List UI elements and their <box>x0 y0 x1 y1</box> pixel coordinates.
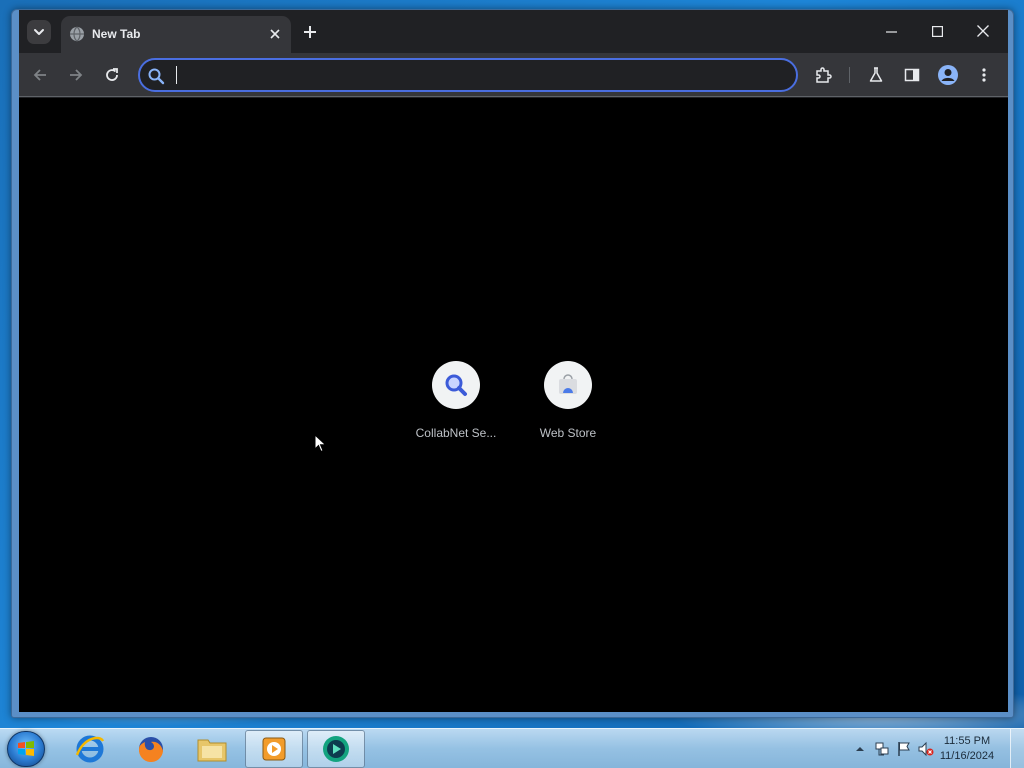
windows-logo-icon <box>18 741 34 756</box>
tab-close-button[interactable] <box>267 26 283 42</box>
shortcut-label: Web Store <box>539 426 597 440</box>
search-icon <box>148 68 165 85</box>
address-input[interactable] <box>176 66 776 86</box>
text-caret <box>176 66 177 84</box>
web-store-icon <box>559 374 577 394</box>
minimize-icon <box>885 30 897 33</box>
address-bar[interactable] <box>138 58 798 92</box>
new-tab-button[interactable] <box>299 21 321 43</box>
reload-button[interactable] <box>100 63 124 87</box>
plus-icon <box>304 26 316 38</box>
shortcut-icon-circle <box>544 361 592 409</box>
puzzle-icon <box>816 67 832 83</box>
taskbar-windows-explorer[interactable] <box>183 730 241 768</box>
more-vertical-icon <box>982 68 986 82</box>
taskbar-clock[interactable]: 11:55 PM 11/16/2024 <box>932 734 1002 764</box>
mouse-cursor-icon <box>314 434 327 453</box>
network-icon[interactable] <box>874 741 890 757</box>
internet-explorer-icon <box>75 735 105 763</box>
show-hidden-icons-icon[interactable] <box>852 741 868 757</box>
browser-window: New Tab CollabNet Se... Web Store <box>11 9 1014 718</box>
new-tab-page: CollabNet Se... Web Store <box>19 98 1008 712</box>
flask-icon <box>869 67 883 82</box>
close-window-button[interactable] <box>968 20 998 42</box>
taskbar-media-player[interactable] <box>245 730 303 768</box>
shortcut-icon-circle <box>432 361 480 409</box>
tab-search-button[interactable] <box>27 20 51 44</box>
taskbar-internet-explorer[interactable] <box>61 730 119 768</box>
forward-button[interactable] <box>64 63 88 87</box>
folder-icon <box>197 739 227 762</box>
shortcut-label: CollabNet Se... <box>415 426 497 440</box>
chrome-app-icon <box>323 736 349 762</box>
shortcut-web-store[interactable]: Web Store <box>518 361 618 451</box>
taskbar-chrome-app[interactable] <box>307 730 365 768</box>
avatar-icon <box>938 65 958 85</box>
taskbar-firefox[interactable] <box>122 730 180 768</box>
arrow-right-icon <box>70 69 83 81</box>
tab-new-tab[interactable]: New Tab <box>61 16 291 53</box>
search-icon <box>445 374 467 396</box>
media-player-icon <box>262 737 286 761</box>
shortcut-collabnet[interactable]: CollabNet Se... <box>406 361 506 451</box>
minimize-button[interactable] <box>876 20 906 42</box>
show-desktop-button[interactable] <box>1010 729 1024 768</box>
browser-frame: New Tab CollabNet Se... Web Store <box>19 10 1008 712</box>
title-bar: New Tab <box>19 10 1008 53</box>
taskbar: 11:55 PM 11/16/2024 <box>0 728 1024 768</box>
close-icon <box>977 25 989 37</box>
menu-button[interactable] <box>972 63 996 87</box>
maximize-button[interactable] <box>922 20 952 42</box>
arrow-left-icon <box>33 69 46 81</box>
side-panel-icon <box>904 68 920 82</box>
clock-date: 11/16/2024 <box>939 750 995 762</box>
system-tray: 11:55 PM 11/16/2024 <box>834 729 1024 768</box>
labs-button[interactable] <box>864 63 888 87</box>
extensions-button[interactable] <box>811 63 835 87</box>
start-button[interactable] <box>7 731 45 767</box>
reload-icon <box>106 68 118 81</box>
globe-icon <box>70 26 84 42</box>
close-icon <box>270 29 280 39</box>
back-button[interactable] <box>28 63 52 87</box>
tab-title: New Tab <box>92 27 141 41</box>
clock-time: 11:55 PM <box>943 735 991 747</box>
maximize-icon <box>931 25 943 37</box>
side-panel-button[interactable] <box>900 63 924 87</box>
toolbar-divider <box>849 67 850 83</box>
profile-button[interactable] <box>936 63 960 87</box>
firefox-icon <box>138 737 163 763</box>
browser-toolbar <box>19 53 1008 97</box>
chevron-down-icon <box>34 29 44 35</box>
action-center-flag-icon[interactable] <box>896 741 912 757</box>
